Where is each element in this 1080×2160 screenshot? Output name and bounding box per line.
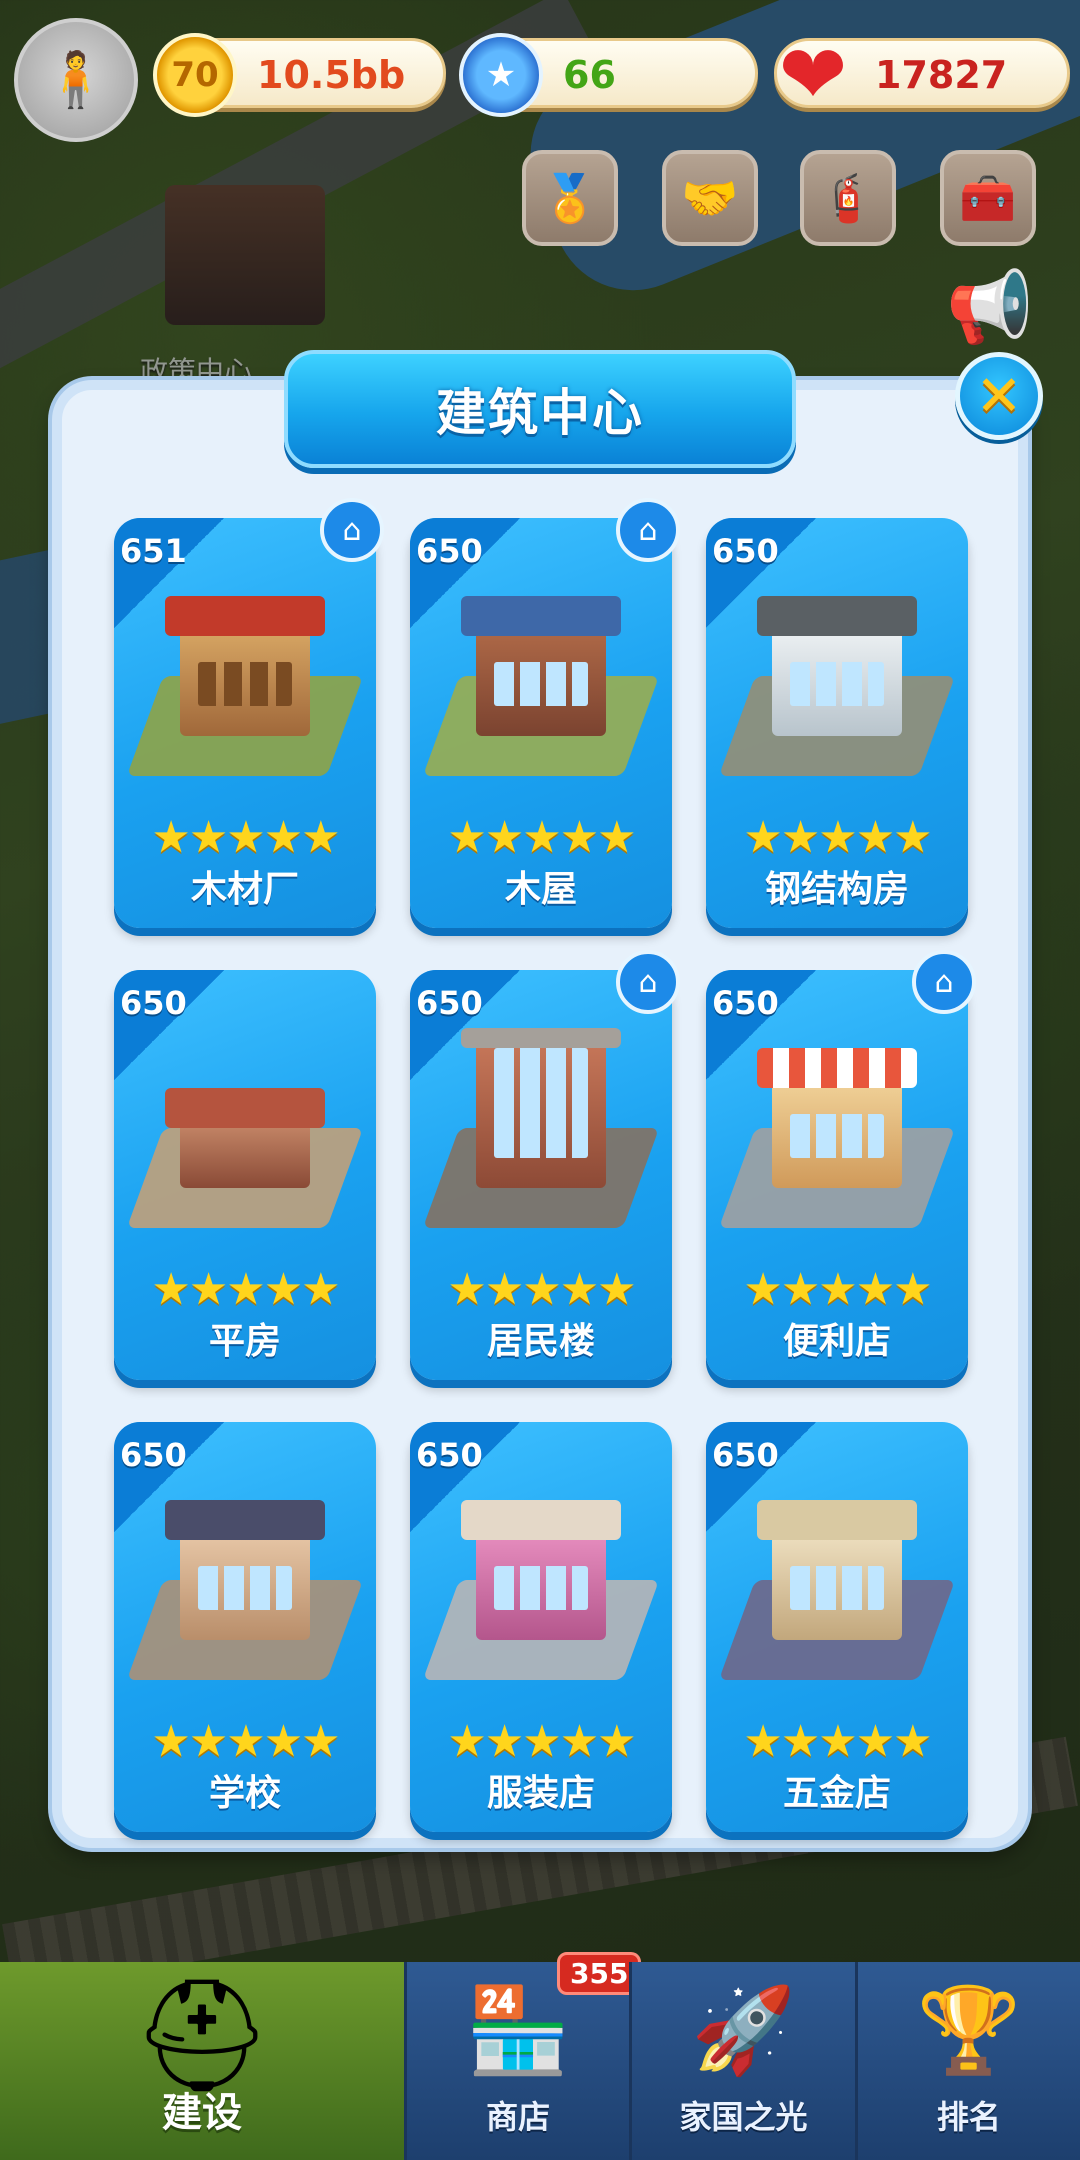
building-card-steel-house[interactable]: 650 ★★★★★ 钢结构房 <box>706 518 968 928</box>
avatar[interactable]: 🧍 <box>14 18 138 142</box>
handshake-icon[interactable]: 🤝 <box>662 150 758 246</box>
nav-label: 排名 <box>936 2098 1001 2136</box>
firefighter-icon[interactable]: 🧯 <box>800 150 896 246</box>
nav-label: 商店 <box>486 2098 551 2136</box>
rocket-icon: 🚀 <box>691 1981 796 2079</box>
building-level: 650 <box>120 984 187 1022</box>
home-icon[interactable]: ⌂ <box>616 950 680 1014</box>
building-level: 650 <box>712 1436 779 1474</box>
building-name: 木屋 <box>504 869 577 910</box>
star-rating: ★★★★★ <box>447 1264 636 1315</box>
dialog-title: 建筑中心 <box>436 384 644 442</box>
coin-counter[interactable]: 70 10.5bb <box>153 33 446 117</box>
building-name: 五金店 <box>782 1773 891 1814</box>
dialog-title-banner: 建筑中心 <box>284 350 796 468</box>
home-icon[interactable]: ⌂ <box>912 950 976 1014</box>
building-card-hardware-store[interactable]: 650 ★★★★★ 五金店 <box>706 1422 968 1832</box>
star-rating: ★★★★★ <box>743 812 932 863</box>
star-value: 66 <box>563 53 616 97</box>
anniversary-icon[interactable]: 🏅 <box>522 150 618 246</box>
home-icon[interactable]: ⌂ <box>320 498 384 562</box>
building-card-convenience-store[interactable]: 650 ★★★★★ 便利店 <box>706 970 968 1380</box>
star-rating: ★★★★★ <box>447 812 636 863</box>
nav-item-ranking[interactable]: 🏆 排名 <box>854 1962 1080 2160</box>
clothing-store-illustration <box>420 1472 662 1698</box>
star-rating: ★★★★★ <box>151 1716 340 1767</box>
wooden-house-illustration <box>420 568 662 794</box>
close-button[interactable]: ✕ <box>955 352 1043 440</box>
building-card-bungalow[interactable]: 650 ★★★★★ 平房 <box>114 970 376 1380</box>
star-rating: ★★★★★ <box>151 812 340 863</box>
building-level: 650 <box>712 984 779 1022</box>
building-level: 650 <box>416 532 483 570</box>
heart-value: 17827 <box>875 53 1008 97</box>
star-rating: ★★★★★ <box>743 1264 932 1315</box>
megaphone-icon[interactable]: 📢 <box>940 262 1040 352</box>
star-rating: ★★★★★ <box>151 1264 340 1315</box>
star-counter[interactable]: ★ 66 <box>459 33 758 117</box>
nav-item-glory[interactable]: 🚀 家国之光 <box>629 1962 855 2160</box>
coin-value: 10.5bb <box>257 53 406 97</box>
building-level: 651 <box>120 532 187 570</box>
bottom-nav: ⛑ 建设 🏪 355 商店 🚀 家国之光 🏆 排名 <box>0 1952 1080 2160</box>
lumber-mill-illustration <box>124 568 366 794</box>
building-name: 木材厂 <box>190 869 299 910</box>
building-card-clothing-store[interactable]: 650 ★★★★★ 服装店 <box>410 1422 672 1832</box>
building-name: 居民楼 <box>486 1321 595 1362</box>
nav-label: 建设 <box>162 2090 242 2136</box>
helmet-icon: ⛑ <box>132 1971 272 2099</box>
heart-icon: ❤ <box>778 27 848 123</box>
hardware-store-illustration <box>716 1472 958 1698</box>
apartment-illustration <box>420 1020 662 1246</box>
building-card-lumber-mill[interactable]: 651 ★★★★★ 木材厂 <box>114 518 376 928</box>
steel-house-illustration <box>716 568 958 794</box>
building-name: 便利店 <box>782 1321 891 1362</box>
close-icon: ✕ <box>975 363 1023 429</box>
building-name: 钢结构房 <box>764 869 909 910</box>
star-rating: ★★★★★ <box>447 1716 636 1767</box>
shop-icon: 🏪 <box>465 1981 571 2079</box>
building-level: 650 <box>416 984 483 1022</box>
medical-icon[interactable]: 🧰 <box>940 150 1036 246</box>
building-name: 平房 <box>208 1321 281 1362</box>
home-icon[interactable]: ⌂ <box>616 498 680 562</box>
star-icon: ★ <box>459 33 543 117</box>
building-name: 学校 <box>208 1773 281 1814</box>
building-card-school[interactable]: 650 ★★★★★ 学校 <box>114 1422 376 1832</box>
nav-label: 家国之光 <box>679 2098 808 2136</box>
player-icon: 🧍 <box>42 48 110 111</box>
building-level: 650 <box>416 1436 483 1474</box>
building-card-apartment[interactable]: 650 ★★★★★ 居民楼 <box>410 970 672 1380</box>
nav-item-shop[interactable]: 🏪 355 商店 <box>404 1952 642 2160</box>
convenience-store-illustration <box>716 1020 958 1246</box>
bungalow-illustration <box>124 1020 366 1246</box>
coin-icon: 70 <box>153 33 237 117</box>
heart-counter[interactable]: ❤ 17827 <box>774 28 1070 123</box>
star-rating: ★★★★★ <box>743 1716 932 1767</box>
building-level: 650 <box>120 1436 187 1474</box>
nav-item-build[interactable]: ⛑ 建设 <box>0 1962 404 2160</box>
building-level: 650 <box>712 532 779 570</box>
building-card-wooden-house[interactable]: 650 ★★★★★ 木屋 <box>410 518 672 928</box>
ranking-icon: 🏆 <box>916 1981 1022 2079</box>
school-illustration <box>124 1472 366 1698</box>
building-name: 服装店 <box>486 1773 595 1814</box>
